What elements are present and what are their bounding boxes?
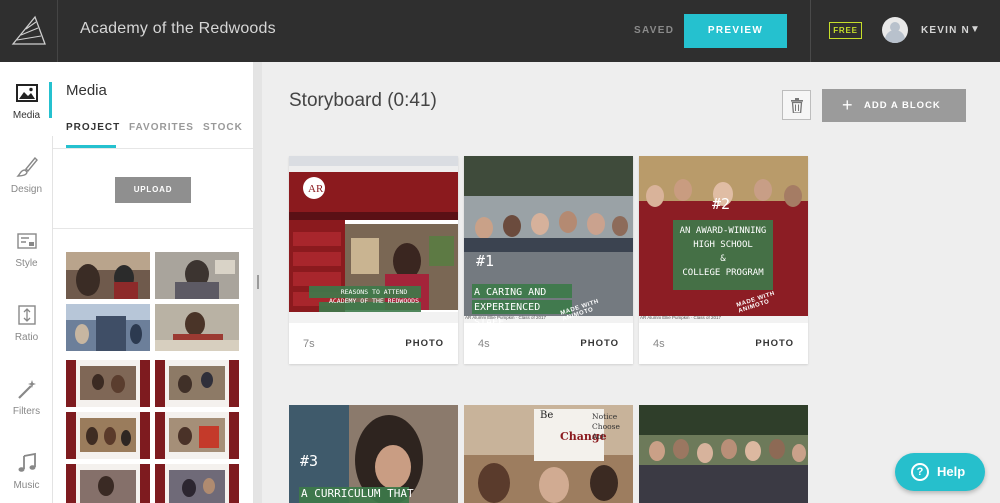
- avatar[interactable]: [882, 17, 908, 43]
- style-icon: [16, 233, 37, 249]
- magic-wand-icon: [17, 380, 36, 399]
- media-thumbnail[interactable]: [155, 252, 239, 299]
- divider: [53, 148, 253, 149]
- app-logo[interactable]: [0, 0, 58, 62]
- upload-button[interactable]: UPLOAD: [115, 177, 191, 203]
- media-panel: Media PROJECT FAVORITES STOCK UPLOAD: [53, 62, 254, 503]
- block-thumbnail[interactable]: [639, 405, 808, 503]
- media-thumbnail[interactable]: [155, 360, 239, 407]
- media-thumbnail[interactable]: [155, 412, 239, 459]
- block-number: #2: [712, 195, 731, 213]
- photo-caption: AR Alumni Ellie Pumpkin · Class of 2017: [465, 315, 547, 320]
- block-type: PHOTO: [405, 338, 444, 349]
- media-thumbnail[interactable]: [66, 360, 150, 407]
- block-type: PHOTO: [580, 338, 619, 349]
- trash-icon: [791, 98, 803, 113]
- svg-text:AR: AR: [308, 183, 324, 195]
- add-block-button[interactable]: + ADD A BLOCK: [822, 89, 966, 122]
- media-thumbnail[interactable]: [155, 304, 239, 351]
- block-overlay-text: REASONS TO ATTEND ACADEMY OF THE REDWOOD…: [309, 288, 439, 306]
- overlay-line: AN AWARD-WINNING: [679, 226, 767, 236]
- divider: [53, 228, 253, 229]
- divider: [810, 0, 811, 62]
- rail-label: Design: [10, 184, 43, 195]
- rail-item-media[interactable]: Media: [0, 62, 53, 136]
- storyboard-title: Storyboard (0:41): [289, 90, 437, 111]
- chevron-down-icon[interactable]: ▼: [970, 24, 980, 35]
- rail-label: Media: [12, 110, 41, 121]
- sign-text: Be: [540, 410, 554, 421]
- animoto-logo-icon: [11, 15, 46, 45]
- rail-label: Style: [15, 258, 38, 269]
- tab-stock[interactable]: STOCK: [203, 122, 243, 133]
- add-block-label: ADD A BLOCK: [864, 100, 941, 111]
- panel-title: Media: [66, 82, 107, 99]
- media-thumbnail[interactable]: [66, 252, 150, 299]
- left-nav-rail: Media Design Style Ratio Filters Music: [0, 62, 53, 503]
- top-bar: Academy of the Redwoods SAVED PREVIEW FR…: [0, 0, 1000, 62]
- photo-caption: AR Alumni Ellie Pumpkin · Class of 2017: [640, 315, 722, 320]
- media-thumbnail[interactable]: [66, 304, 150, 351]
- rail-item-filters[interactable]: Filters: [0, 358, 53, 432]
- help-label: Help: [937, 464, 966, 479]
- rail-label: Filters: [12, 406, 41, 417]
- block-duration[interactable]: 7s: [303, 338, 315, 350]
- ratio-icon: [17, 305, 36, 325]
- overlay-line: COLLEGE PROGRAM: [682, 268, 764, 278]
- overlay-line: ACADEMY OF THE REDWOODS: [328, 297, 419, 305]
- overlay-line: HIGH SCHOOL: [693, 240, 753, 250]
- preview-button[interactable]: PREVIEW: [684, 14, 787, 48]
- block-number: #3: [300, 452, 319, 470]
- media-thumbnail[interactable]: [66, 412, 150, 459]
- sign-line: Notice: [592, 412, 618, 421]
- project-title[interactable]: Academy of the Redwoods: [80, 20, 276, 38]
- block-overlay-text: A CURRICULUM THAT: [301, 487, 414, 500]
- rail-item-design[interactable]: Design: [0, 136, 53, 210]
- active-indicator: [49, 82, 52, 118]
- resize-grip-icon[interactable]: [257, 275, 259, 289]
- rail-item-style[interactable]: Style: [0, 210, 53, 284]
- block-type: PHOTO: [755, 338, 794, 349]
- overlay-line: &: [720, 254, 726, 264]
- brush-icon: [15, 156, 38, 177]
- block-number: #1: [476, 252, 495, 270]
- rail-label: Music: [13, 480, 40, 491]
- save-status: SAVED: [634, 25, 675, 36]
- user-name[interactable]: KEVIN N: [921, 25, 970, 36]
- block-overlay-text: AN AWARD-WINNING HIGH SCHOOL & COLLEGE P…: [673, 224, 773, 280]
- plan-badge[interactable]: FREE: [829, 22, 862, 39]
- block-duration[interactable]: 4s: [478, 338, 490, 350]
- rail-label: Ratio: [14, 332, 39, 343]
- delete-button[interactable]: [782, 90, 811, 120]
- media-thumbnail[interactable]: [155, 464, 239, 503]
- tab-favorites[interactable]: FAVORITES: [129, 122, 194, 133]
- rail-item-ratio[interactable]: Ratio: [0, 284, 53, 358]
- image-icon: [15, 84, 38, 102]
- storyboard-block[interactable]: AR 7s PHOTO: [289, 156, 458, 364]
- storyboard-block[interactable]: [639, 405, 808, 503]
- plus-icon: +: [842, 95, 854, 115]
- block-overlay-text: A CARING AND EXPERIENCED STAFF: [474, 285, 574, 330]
- sign-line: Choose: [592, 422, 620, 431]
- media-thumbnail[interactable]: [66, 464, 150, 503]
- help-button[interactable]: ? Help: [895, 453, 985, 491]
- question-icon: ?: [911, 463, 929, 481]
- sign-line: Act: [592, 432, 605, 441]
- overlay-line: A CARING AND: [474, 287, 547, 298]
- rail-item-music[interactable]: Music: [0, 432, 53, 503]
- block-duration[interactable]: 4s: [653, 338, 665, 350]
- music-note-icon: [18, 452, 36, 472]
- tab-project[interactable]: PROJECT: [66, 122, 120, 133]
- sign-list: Notice Choose Act: [592, 412, 620, 442]
- overlay-line: REASONS TO ATTEND: [340, 288, 408, 296]
